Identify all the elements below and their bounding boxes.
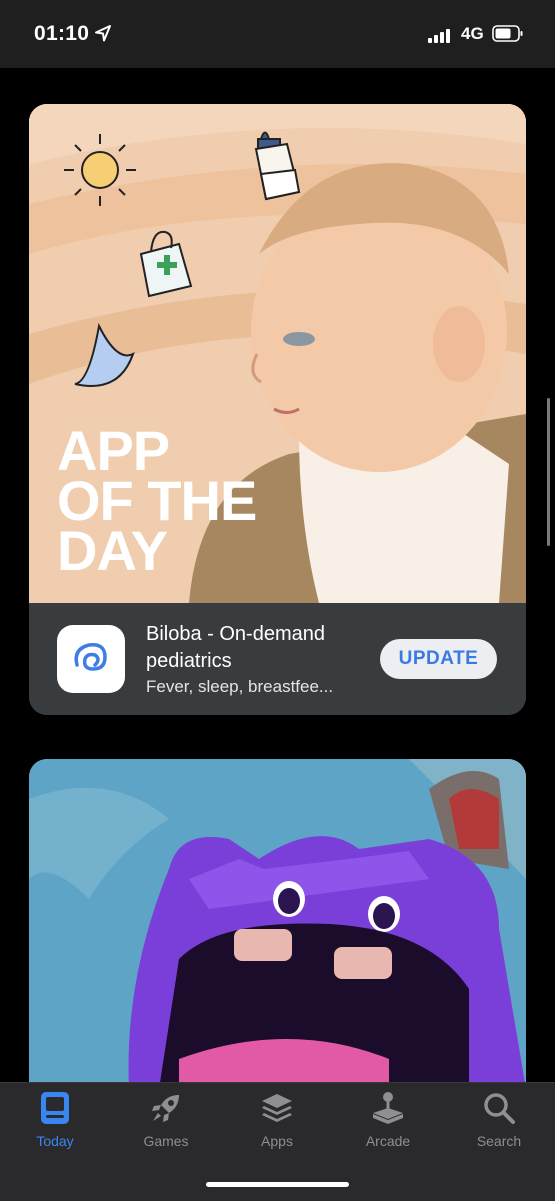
tab-search[interactable]: Search (449, 1091, 549, 1159)
tab-label: Search (476, 1133, 522, 1149)
tab-apps[interactable]: Apps (227, 1091, 327, 1159)
search-icon (484, 1093, 515, 1124)
tab-label: Arcade (365, 1133, 411, 1149)
status-bar: 01:10 4G (0, 0, 555, 68)
tab-today[interactable]: Today (5, 1091, 105, 1159)
status-time: 01:10 (34, 22, 90, 45)
network-type: 4G (461, 24, 484, 43)
app-of-the-day-headline: APP OF THE DAY (57, 419, 257, 582)
app-subtitle: Fever, sleep, breastfee... (146, 677, 334, 696)
featured-app-bar[interactable]: Biloba - On-demand pediatrics Fever, sle… (29, 603, 526, 715)
tab-games[interactable]: Games (116, 1091, 216, 1159)
joystick-icon (373, 1092, 403, 1124)
tab-label: Apps (261, 1133, 293, 1149)
update-button[interactable]: UPDATE (380, 639, 497, 679)
game-hero-image (29, 759, 526, 1089)
tab-arcade[interactable]: Arcade (338, 1091, 438, 1159)
tab-label: Games (143, 1133, 189, 1149)
location-arrow-icon (95, 25, 111, 42)
rocket-icon (152, 1095, 179, 1122)
battery-icon (492, 25, 523, 42)
tab-label: Today (36, 1133, 74, 1149)
layers-icon (262, 1094, 292, 1122)
biloba-logo-icon (74, 643, 107, 671)
app-name[interactable]: Biloba - On-demand pediatrics (146, 621, 386, 675)
scroll-indicator[interactable] (547, 398, 550, 546)
biloba-app-icon[interactable] (57, 625, 125, 693)
today-icon (41, 1092, 69, 1124)
featured-hero-image: APP OF THE DAY (29, 104, 526, 603)
home-indicator[interactable] (206, 1182, 349, 1187)
cellular-signal-icon (428, 27, 454, 43)
game-feature-card[interactable] (29, 759, 526, 1089)
app-of-the-day-card[interactable]: APP OF THE DAY Biloba - On-demand pediat… (29, 104, 526, 715)
